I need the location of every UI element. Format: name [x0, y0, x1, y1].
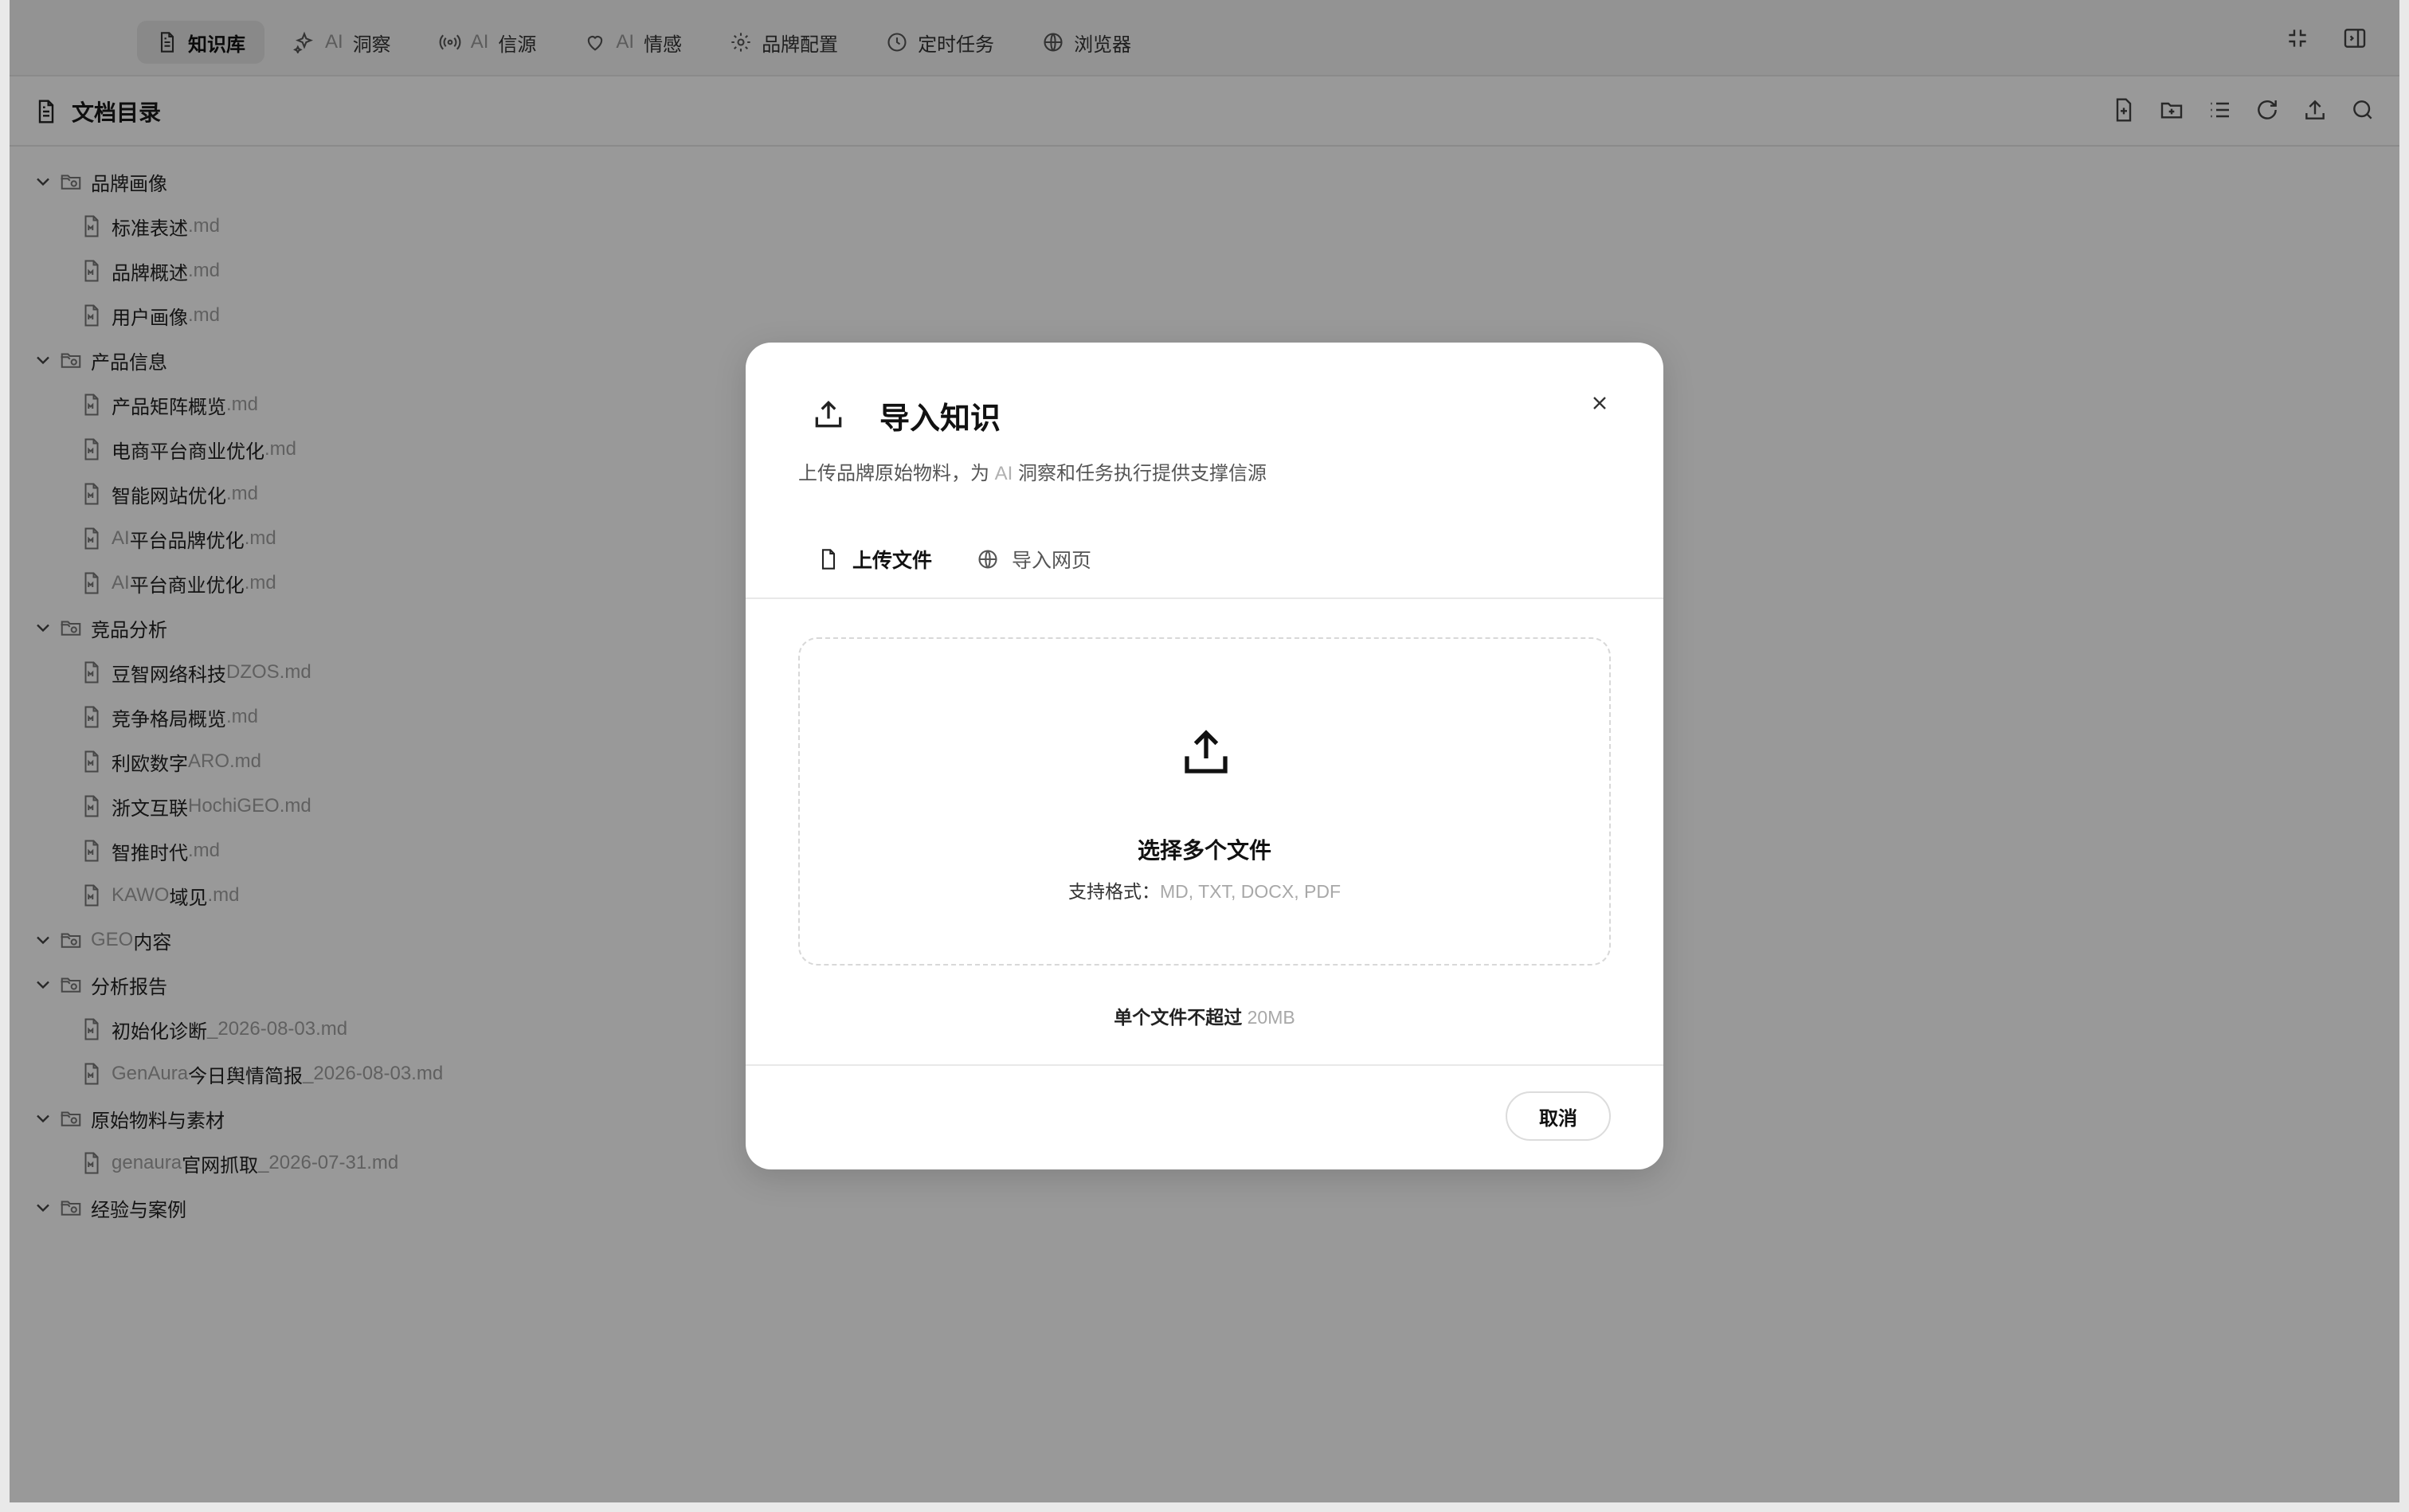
window-border: [0, 0, 10, 1512]
formats-value: MD, TXT, DOCX, PDF: [1159, 881, 1342, 902]
file-size-limit: 单个文件不超过 20MB: [746, 1002, 1663, 1029]
globe-icon: [978, 550, 997, 569]
upload-icon: [815, 400, 842, 428]
dialog-title: 导入知识: [879, 402, 1001, 436]
dropzone-title: 选择多个文件: [1137, 838, 1271, 863]
import-tabs: 上传文件 导入网页: [817, 540, 1091, 578]
limit-label: 单个文件不超过: [1114, 1007, 1243, 1028]
close-icon: [1593, 397, 1606, 409]
file-dropzone[interactable]: 选择多个文件 支持格式：MD, TXT, DOCX, PDF: [798, 637, 1611, 966]
import-knowledge-dialog: 导入知识 上传品牌原始物料，为 AI 洞察和任务执行提供支撑信源 上传文件 导入…: [746, 343, 1663, 1169]
limit-value: 20MB: [1247, 1007, 1295, 1028]
tab-label: 上传文件: [852, 550, 933, 572]
file-icon: [821, 549, 836, 570]
divider: [746, 1064, 1663, 1066]
upload-icon: [1185, 730, 1228, 774]
window-border: [2399, 0, 2409, 1512]
divider: [746, 597, 1663, 599]
tab-upload-file[interactable]: 上传文件: [817, 540, 932, 578]
tab-import-webpage[interactable]: 导入网页: [977, 540, 1091, 578]
ai-prefix: AI: [994, 463, 1013, 484]
formats-label: 支持格式：: [1067, 881, 1160, 902]
tab-label: 导入网页: [1012, 550, 1092, 572]
subtitle-text: 上传品牌原始物料，为: [798, 463, 989, 484]
dialog-subtitle: 上传品牌原始物料，为 AI 洞察和任务执行提供支撑信源: [798, 457, 1267, 485]
close-button[interactable]: [1584, 387, 1616, 419]
window-border: [0, 1502, 2409, 1512]
supported-formats: 支持格式：MD, TXT, DOCX, PDF: [800, 876, 1609, 903]
cancel-button[interactable]: 取消: [1506, 1091, 1611, 1141]
subtitle-text: 洞察和任务执行提供支撑信源: [1018, 463, 1267, 484]
